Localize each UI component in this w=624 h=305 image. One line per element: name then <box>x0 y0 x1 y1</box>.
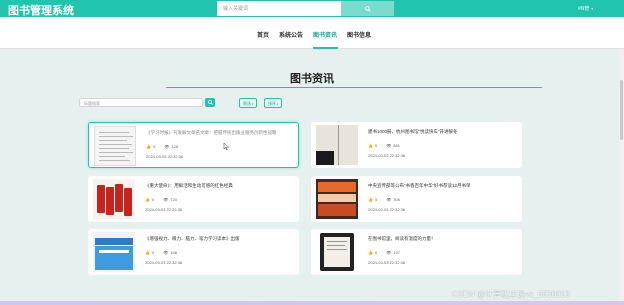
user-menu[interactable]: #N管 <box>578 5 593 12</box>
thumbs-up-icon: 👍 <box>368 143 373 148</box>
article-title[interactable]: 《学习时报》刊发解文章名文章：把握传统出版业服务创新性战略 <box>146 130 296 136</box>
like-count: 0 <box>152 144 156 149</box>
title-search-input[interactable]: 标题搜索 <box>79 98 203 107</box>
article-date: 2024-03-03 22:32:36 <box>146 154 184 159</box>
title-divider <box>166 87 542 88</box>
nav-book-news[interactable]: 图书资讯 <box>313 30 337 39</box>
nav-active-indicator <box>313 47 338 49</box>
like-count: 0 <box>151 197 155 202</box>
eye-icon: 👁 <box>163 197 169 202</box>
article-thumbnail <box>93 232 135 272</box>
article-title[interactable]: 中央宣传部等公布“书香百年中华”好书荐读12月书单 <box>368 183 518 189</box>
article-stats: 👍 0 👁 168 <box>145 250 177 255</box>
view-count: 197 <box>393 250 400 255</box>
article-title[interactable]: 《增强视力、眼力、脑力、笔力学习读本》出版 <box>145 236 295 242</box>
top-header: 图书管理系统 输入关键词 #N管 <box>0 0 624 17</box>
article-date: 2024-03-03 22:32:36 <box>368 260 406 265</box>
nav-home[interactable]: 首页 <box>257 30 269 39</box>
scrollbar-thumb[interactable] <box>620 80 623 140</box>
view-count: 168 <box>170 250 177 255</box>
article-thumbnail <box>316 125 358 165</box>
article-stats: 👍 0 👁 197 <box>368 250 400 255</box>
article-card[interactable]: 中央宣传部等公布“书香百年中华”好书荐读12月书单 👍 0 👁 306 2024… <box>311 176 522 222</box>
article-date: 2024-03-03 22:32:36 <box>368 207 406 212</box>
article-date: 2024-03-03 22:32:36 <box>145 207 183 212</box>
article-thumbnail <box>93 179 135 219</box>
nav-announcements[interactable]: 系统公告 <box>279 30 303 39</box>
article-stats: 👍 0 👁 720 <box>145 197 177 202</box>
page-title: 图书资讯 <box>290 72 334 85</box>
article-stats: 👍 0 👁 328 <box>146 144 178 149</box>
eye-icon: 👁 <box>386 250 392 255</box>
search-icon <box>364 5 371 12</box>
article-thumbnail <box>316 179 358 219</box>
eye-icon: 👁 <box>164 144 170 149</box>
thumbs-up-icon: 👍 <box>368 250 373 255</box>
article-title[interactable]: 《重大使命》：用鲜活和生动可感的红色经典 <box>145 183 295 189</box>
view-count: 720 <box>170 197 177 202</box>
article-stats: 👍 0 👁 306 <box>368 197 400 202</box>
cursor-icon <box>223 143 229 151</box>
article-thumbnail <box>94 126 136 166</box>
like-count: 0 <box>374 250 378 255</box>
like-count: 0 <box>374 143 378 148</box>
global-search-input[interactable]: 输入关键词 <box>217 1 341 16</box>
nav-book-info[interactable]: 图书信息 <box>347 30 371 39</box>
app-brand[interactable]: 图书管理系统 <box>8 2 74 18</box>
thumbs-up-icon: 👍 <box>368 197 373 202</box>
eye-icon: 👁 <box>386 143 392 148</box>
article-title[interactable]: 在图书馆里，阅读有温度的力量！ <box>368 236 518 242</box>
taskbar-strip <box>0 301 624 305</box>
thumbs-up-icon: 👍 <box>145 197 150 202</box>
like-count: 0 <box>151 250 155 255</box>
article-card[interactable]: 《学习时报》刊发解文章名文章：把握传统出版业服务创新性战略 👍 0 👁 328 … <box>88 122 299 168</box>
watermark: CSDN @计算机毕设vx_B530813 <box>452 290 570 299</box>
search-icon <box>207 100 213 105</box>
sort-dropdown[interactable]: 排序 <box>264 98 283 108</box>
view-count: 881 <box>393 143 400 148</box>
thumbs-up-icon: 👍 <box>146 144 151 149</box>
article-card[interactable]: 在图书馆里，阅读有温度的力量！ 👍 0 👁 197 2024-03-03 22:… <box>311 229 522 275</box>
article-card[interactable]: 建书1000册，杭州图书馆“悦读快车”开进暖冬 👍 0 👁 881 2024-0… <box>311 122 522 168</box>
title-search-button[interactable] <box>205 98 215 107</box>
article-thumbnail <box>316 232 358 272</box>
article-date: 2024-03-03 22:32:36 <box>368 153 406 158</box>
article-card[interactable]: 《重大使命》：用鲜活和生动可感的红色经典 👍 0 👁 720 2024-03-0… <box>88 176 299 222</box>
like-count: 0 <box>374 197 378 202</box>
eye-icon: 👁 <box>163 250 169 255</box>
thumbs-up-icon: 👍 <box>145 250 150 255</box>
article-title[interactable]: 建书1000册，杭州图书馆“悦读快车”开进暖冬 <box>368 129 518 135</box>
main-nav: 首页 系统公告 图书资讯 图书信息 <box>0 17 624 49</box>
global-search-button[interactable] <box>341 1 394 16</box>
view-count: 306 <box>393 197 400 202</box>
view-count: 328 <box>171 144 178 149</box>
eye-icon: 👁 <box>386 197 392 202</box>
article-date: 2024-03-03 22:32:36 <box>145 260 183 265</box>
article-card[interactable]: 《增强视力、眼力、脑力、笔力学习读本》出版 👍 0 👁 168 2024-03-… <box>88 229 299 275</box>
filter-dropdown[interactable]: 筛选 <box>239 98 258 108</box>
article-stats: 👍 0 👁 881 <box>368 143 400 148</box>
